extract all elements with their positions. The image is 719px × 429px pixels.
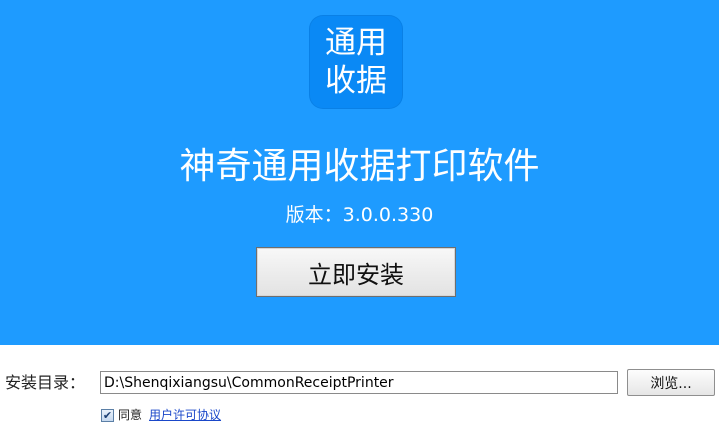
app-logo-text: 通用收据 [325,25,387,99]
agree-label: 同意 [118,408,143,422]
install-dir-label: 安装目录： [5,373,86,392]
hero-panel: 通用收据 神奇通用收据打印软件 版本：3.0.0.330 立即安装 [0,0,719,345]
agree-checkbox[interactable]: ✔ [101,408,114,422]
browse-button[interactable]: 浏览... [627,369,715,396]
app-logo-icon: 通用收据 [309,15,403,109]
app-title: 神奇通用收据打印软件 [179,146,540,187]
checkmark-icon: ✔ [102,408,113,422]
app-version: 版本：3.0.0.330 [285,204,434,226]
install-dir-input[interactable] [100,371,618,394]
install-now-button[interactable]: 立即安装 [256,247,456,297]
license-agreement-link[interactable]: 用户许可协议 [149,407,221,423]
agree-row: ✔ 同意 用户许可协议 [101,406,221,424]
